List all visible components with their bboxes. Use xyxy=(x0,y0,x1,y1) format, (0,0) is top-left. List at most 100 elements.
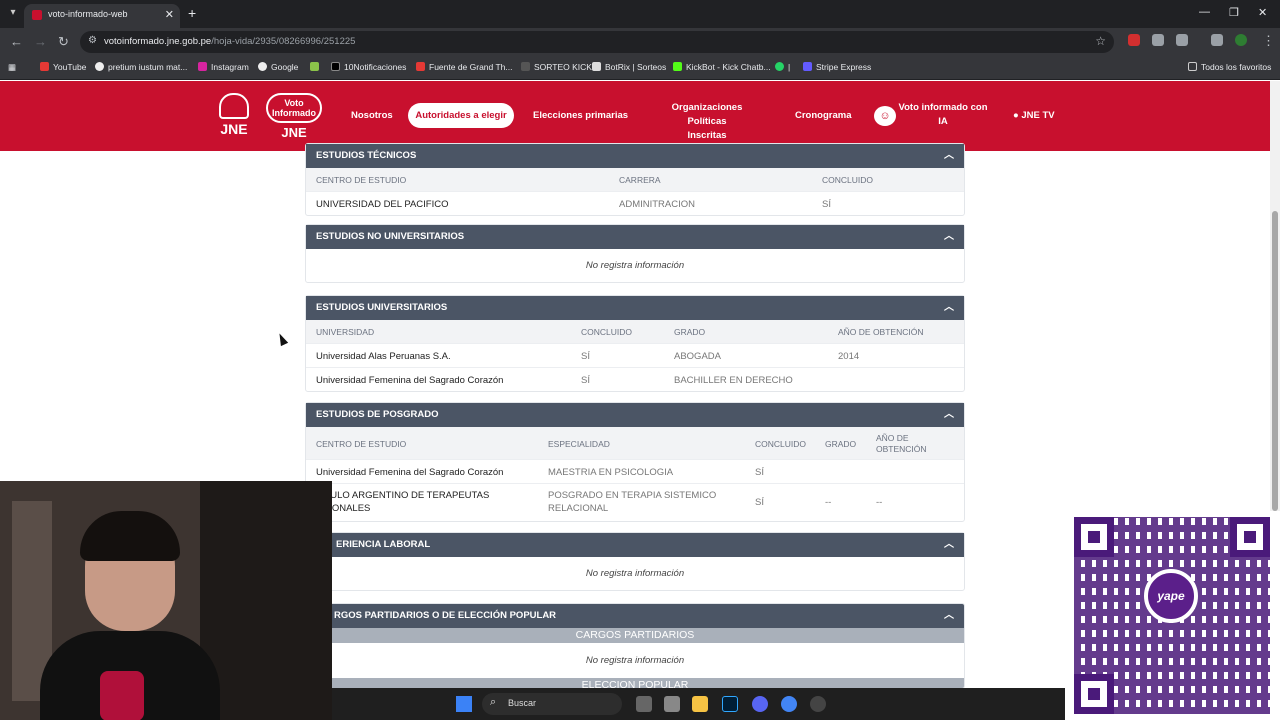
jne-emblem-icon xyxy=(219,93,249,119)
apps-grid-icon[interactable]: ▦ xyxy=(8,62,16,73)
chevron-up-icon[interactable]: ︿ xyxy=(944,403,954,427)
nav-autoridades[interactable]: Autoridades a elegir xyxy=(408,103,514,128)
section-header[interactable]: ERIENCIA LABORAL ︿ xyxy=(306,533,964,557)
microphone-icon xyxy=(100,671,144,720)
browser-tab[interactable]: voto-informado-web ✕ xyxy=(24,4,180,28)
windows-taskbar: ⌕ Buscar xyxy=(332,688,1065,720)
taskbar-search[interactable]: ⌕ Buscar xyxy=(482,693,622,715)
bookmarks-bar: ▦ YouTube pretium iustum mat... Instagra… xyxy=(0,56,1280,80)
close-window-icon[interactable]: ✕ xyxy=(1258,6,1267,19)
restore-icon[interactable]: ❐ xyxy=(1229,6,1239,19)
extensions-puzzle-icon[interactable] xyxy=(1176,34,1188,46)
nav-nosotros[interactable]: Nosotros xyxy=(351,109,393,123)
jne-logo[interactable]: JNE xyxy=(210,93,258,139)
column-header: CENTRO DE ESTUDIO xyxy=(316,439,407,449)
file-explorer-icon[interactable] xyxy=(692,696,708,712)
site-header: JNE Voto Informado JNE xyxy=(0,81,1270,151)
profile-avatar[interactable] xyxy=(1235,34,1247,46)
voto-logo-sub: JNE xyxy=(281,125,307,140)
site-info-icon[interactable]: ⚙ xyxy=(88,35,97,46)
all-bookmarks-folder[interactable]: Todos los favoritos xyxy=(1188,62,1271,72)
nav-jne-tv[interactable]: ● JNE TV xyxy=(1013,109,1055,123)
bookmark-botrix[interactable]: BotRix | Sorteos xyxy=(592,62,666,72)
section-header[interactable]: ESTUDIOS TÉCNICOS ︿ xyxy=(306,144,964,168)
table-cell: 2014 xyxy=(838,351,860,362)
youtube-icon xyxy=(40,62,49,71)
taskbar-app-icon[interactable] xyxy=(664,696,680,712)
bookmark-youtube[interactable]: YouTube xyxy=(40,62,86,72)
menu-dots-icon[interactable]: ⋮ xyxy=(1262,33,1275,49)
section-cargos-partidarios: RGOS PARTIDARIOS O DE ELECCIÓN POPULAR ︿ … xyxy=(305,603,965,689)
table-cell: ADMINITRACION xyxy=(619,199,695,210)
botrix-icon xyxy=(592,62,601,71)
bookmark-kickbot[interactable]: KickBot - Kick Chatb... xyxy=(673,62,771,72)
browser-tab-bar: ▾ voto-informado-web ✕ + — ❐ ✕ xyxy=(0,0,1280,28)
tab-search-icon[interactable]: ▾ xyxy=(6,6,20,20)
chevron-up-icon[interactable]: ︿ xyxy=(944,604,954,628)
column-header: UNIVERSIDAD xyxy=(316,327,375,337)
task-view-icon[interactable] xyxy=(636,696,652,712)
discord-icon[interactable] xyxy=(752,696,768,712)
folder-icon xyxy=(1188,62,1197,71)
photoshop-icon[interactable] xyxy=(722,696,738,712)
section-header[interactable]: ESTUDIOS NO UNIVERSITARIOS ︿ xyxy=(306,225,964,249)
bookmark-10notificaciones[interactable]: 10Notificaciones xyxy=(331,62,406,72)
section-title: ESTUDIOS DE POSGRADO xyxy=(316,409,439,420)
table-cell: SÍ xyxy=(581,375,590,386)
empty-message: No registra información xyxy=(585,260,685,271)
webcam-background xyxy=(200,481,332,720)
chevron-up-icon[interactable]: ︿ xyxy=(944,296,954,320)
section-estudios-no-universitarios: ESTUDIOS NO UNIVERSITARIOS ︿ No registra … xyxy=(305,224,965,283)
nav-ia-line2: IA xyxy=(938,116,948,127)
reading-list-icon[interactable] xyxy=(1211,34,1223,46)
taskbar-app-icon[interactable] xyxy=(810,696,826,712)
column-header: GRADO xyxy=(674,327,706,337)
extension-icon[interactable] xyxy=(1128,34,1140,46)
yape-qr-code: yape xyxy=(1066,511,1280,720)
table-cell: -- xyxy=(825,497,832,508)
bookmark-fuente[interactable]: Fuente de Grand Th... xyxy=(416,62,512,72)
bookmark-star-icon[interactable]: ☆ xyxy=(1095,34,1106,48)
bookmark-google[interactable]: Google xyxy=(258,62,298,72)
chevron-up-icon[interactable]: ︿ xyxy=(944,225,954,249)
forward-icon[interactable]: → xyxy=(34,34,47,49)
windows-start-icon[interactable] xyxy=(456,696,472,712)
section-title: RGOS PARTIDARIOS O DE ELECCIÓN POPULAR xyxy=(334,610,557,621)
column-header: CENTRO DE ESTUDIO xyxy=(316,175,407,185)
table-cell: SÍ xyxy=(822,199,831,210)
bookmark-unnamed[interactable] xyxy=(310,62,323,72)
tab-close-icon[interactable]: ✕ xyxy=(165,8,174,21)
table-row: Universidad Alas Peruanas S.A. SÍ ABOGAD… xyxy=(306,343,964,367)
section-header[interactable]: ESTUDIOS DE POSGRADO ︿ xyxy=(306,403,964,427)
bookmark-stripe[interactable]: Stripe Express xyxy=(803,62,871,72)
scrollbar-thumb[interactable] xyxy=(1272,211,1278,511)
extension-icon[interactable] xyxy=(1152,34,1164,46)
chevron-up-icon[interactable]: ︿ xyxy=(944,144,954,168)
nav-organizaciones-line2: Inscritas xyxy=(687,130,727,141)
back-icon[interactable]: ← xyxy=(10,34,23,49)
chrome-icon[interactable] xyxy=(781,696,797,712)
nav-elecciones-primarias[interactable]: Elecciones primarias xyxy=(533,109,628,123)
voto-informado-logo[interactable]: Voto Informado JNE xyxy=(266,93,322,140)
nav-organizaciones[interactable]: Organizaciones Políticas Inscritas xyxy=(652,101,762,143)
section-experiencia-laboral: ERIENCIA LABORAL ︿ No registra informació… xyxy=(305,532,965,591)
table-cell: ABOGADA xyxy=(674,351,721,362)
table-cell: SÍ xyxy=(755,467,764,478)
nav-voto-ia[interactable]: Voto informado con IA xyxy=(898,101,988,129)
bookmark-instagram[interactable]: Instagram xyxy=(198,62,249,72)
google-icon xyxy=(95,62,104,71)
table-cell: Universidad Femenina del Sagrado Corazón xyxy=(316,375,504,386)
bookmark-sorteo-kick[interactable]: SORTEO KICK xyxy=(521,62,592,72)
section-header[interactable]: ESTUDIOS UNIVERSITARIOS ︿ xyxy=(306,296,964,320)
bookmark-pretium[interactable]: pretium iustum mat... xyxy=(95,62,187,72)
reload-icon[interactable]: ↻ xyxy=(58,34,69,50)
minimize-icon[interactable]: — xyxy=(1199,6,1210,18)
address-bar[interactable]: ⚙ votoinformado.jne.gob.pe/hoja-vida/293… xyxy=(80,31,1114,53)
bookmark-whatsapp[interactable]: | xyxy=(775,62,790,72)
section-header[interactable]: RGOS PARTIDARIOS O DE ELECCIÓN POPULAR ︿ xyxy=(306,604,964,628)
new-tab-button[interactable]: + xyxy=(188,5,196,21)
qr-finder xyxy=(1230,517,1270,557)
chevron-up-icon[interactable]: ︿ xyxy=(944,533,954,557)
bookmark-favicon-icon xyxy=(310,62,319,71)
nav-cronograma[interactable]: Cronograma xyxy=(795,109,851,123)
